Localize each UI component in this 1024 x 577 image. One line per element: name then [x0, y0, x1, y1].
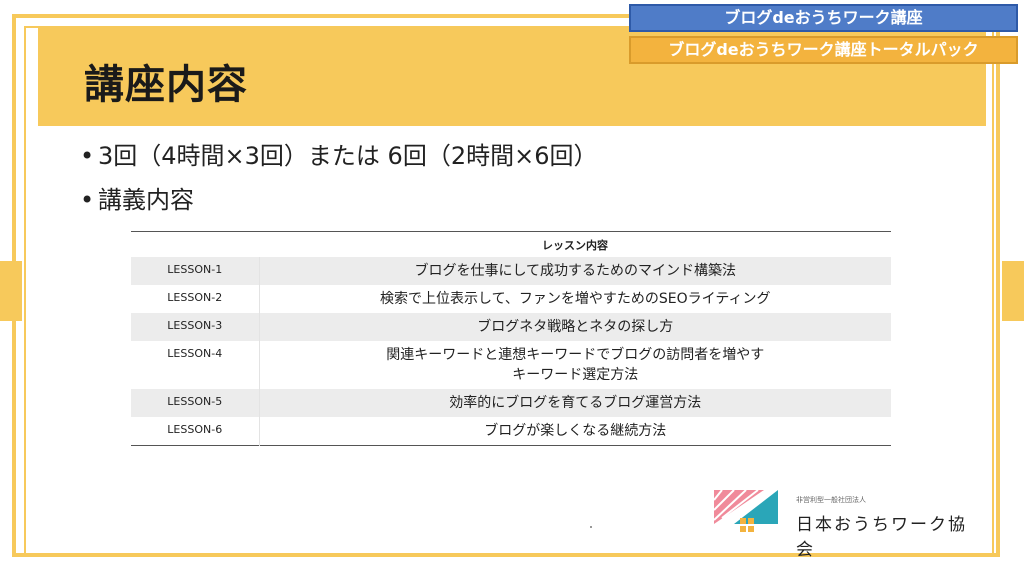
lesson-content-line: ブログネタ戦略とネタの探し方	[477, 319, 674, 335]
side-tab-left	[0, 261, 22, 321]
nav-link-course[interactable]: ブログdeおうちワーク講座	[629, 4, 1018, 32]
lesson-content-line: ブログが楽しくなる継続方法	[484, 422, 667, 439]
table-row: LESSON-4 関連キーワードと連想キーワードでブログの訪問者を増やす キーワ…	[131, 341, 891, 389]
lesson-content: ブログネタ戦略とネタの探し方	[259, 313, 891, 341]
lesson-content: ブログを仕事にして成功するためのマインド構築法	[259, 257, 891, 285]
lesson-content: 効率的にブログを育てるブログ運営方法	[259, 389, 891, 417]
slide: 講座内容 ブログdeおうちワーク講座 ブログdeおうちワーク講座トータルパック …	[0, 0, 1024, 577]
page-title: 講座内容	[84, 62, 248, 108]
lesson-id: LESSON-4	[131, 341, 260, 389]
lesson-content-line: 関連キーワードと連想キーワードでブログの訪問者を増やす	[386, 347, 765, 363]
lesson-content-line: 検索で上位表示して、ファンを増やすためのSEOライティング	[379, 291, 771, 307]
association-name: 日本おうちワーク協会	[796, 515, 967, 560]
table-header-cell: レッスン内容	[542, 238, 608, 252]
association-logo: 非営利型一般社団法人 日本おうちワーク協会	[712, 486, 982, 560]
table-header-cell	[131, 232, 259, 258]
table-header-row: レッスン内容	[131, 232, 891, 258]
decorative-dot	[590, 526, 592, 528]
bullet-text: 講義内容	[98, 186, 194, 214]
bullet-item-schedule: • 3回（4時間×3回）または 6回（2時間×6回）	[80, 138, 597, 182]
house-logo-icon	[713, 489, 778, 532]
side-tab-right	[1002, 261, 1024, 321]
bullet-dot: •	[80, 186, 95, 214]
bullet-item-lecture: • 講義内容	[80, 182, 597, 226]
bullet-dot: •	[80, 142, 95, 170]
lesson-id: LESSON-3	[131, 313, 260, 341]
lesson-table: レッスン内容 LESSON-1 ブログを仕事にして成功するためのマインド構築法 …	[131, 231, 891, 446]
lesson-content-line: 効率的にブログを育てるブログ運営方法	[449, 395, 702, 411]
table-row: LESSON-1 ブログを仕事にして成功するためのマインド構築法	[131, 257, 891, 285]
lesson-content: 検索で上位表示して、ファンを増やすためのSEOライティング	[259, 285, 891, 313]
lesson-content: ブログが楽しくなる継続方法	[259, 417, 891, 445]
lesson-id: LESSON-2	[131, 285, 260, 313]
table-row: LESSON-2 検索で上位表示して、ファンを増やすためのSEOライティング	[131, 285, 891, 313]
lesson-content: 関連キーワードと連想キーワードでブログの訪問者を増やす キーワード選定方法	[259, 341, 891, 389]
bullet-text: 3回（4時間×3回）または 6回（2時間×6回）	[98, 142, 598, 170]
table-row: LESSON-3 ブログネタ戦略とネタの探し方	[131, 313, 891, 341]
association-type: 非営利型一般社団法人	[796, 496, 866, 504]
lesson-id: LESSON-1	[131, 257, 260, 285]
table-row: LESSON-5 効率的にブログを育てるブログ運営方法	[131, 389, 891, 417]
table-row: LESSON-6 ブログが楽しくなる継続方法	[131, 417, 891, 445]
lesson-content-line: キーワード選定方法	[512, 367, 639, 383]
lesson-id: LESSON-6	[131, 417, 260, 445]
bullet-list: • 3回（4時間×3回）または 6回（2時間×6回） • 講義内容	[80, 138, 597, 226]
lesson-id: LESSON-5	[131, 389, 260, 417]
lesson-content-line: ブログを仕事にして成功するためのマインド構築法	[414, 263, 737, 279]
nav-link-total-pack[interactable]: ブログdeおうちワーク講座トータルパック	[629, 36, 1018, 64]
